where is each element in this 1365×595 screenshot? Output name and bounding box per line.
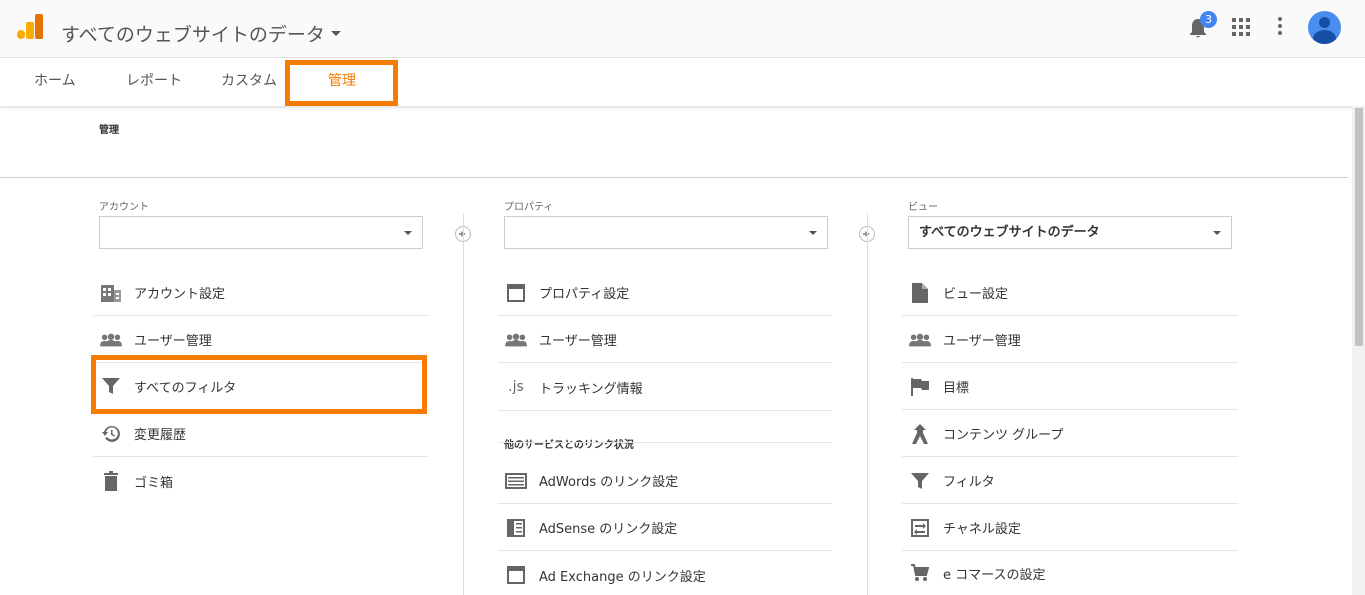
- notification-badge: 3: [1200, 11, 1217, 28]
- item-label: アカウント設定: [134, 287, 226, 302]
- tab-home[interactable]: ホーム: [34, 59, 76, 104]
- item-label: 変更履歴: [134, 428, 187, 443]
- item-label: ゴミ箱: [134, 475, 174, 491]
- view-settings-item[interactable]: ビュー設定: [902, 270, 1238, 316]
- item-label: Ad Exchange のリンク設定: [539, 569, 706, 585]
- channel-icon: [909, 517, 931, 539]
- item-label: AdSense のリンク設定: [539, 522, 678, 537]
- item-label: ユーザー管理: [539, 334, 617, 349]
- filter-icon: [909, 470, 931, 492]
- property-select[interactable]: [504, 216, 828, 249]
- history-icon: [100, 423, 122, 445]
- view-select-value: すべてのウェブサイトのデータ: [919, 225, 1100, 240]
- divider: [0, 177, 1348, 178]
- item-label: プロパティ設定: [539, 287, 630, 302]
- adwords-icon: [505, 470, 527, 492]
- tab-custom[interactable]: カスタム: [221, 59, 277, 104]
- building-icon: [100, 282, 122, 304]
- trash-icon: [100, 470, 122, 492]
- trash-item[interactable]: ゴミ箱: [93, 458, 428, 504]
- view-select[interactable]: すべてのウェブサイトのデータ: [908, 216, 1232, 249]
- account-select[interactable]: [99, 216, 423, 249]
- view-filters-item[interactable]: フィルタ: [902, 458, 1238, 504]
- property-settings-item[interactable]: プロパティ設定: [498, 270, 832, 316]
- column-divider: [463, 213, 464, 595]
- window-icon: [505, 282, 527, 304]
- goals-item[interactable]: 目標: [902, 364, 1238, 410]
- tab-bar: ホーム レポート カスタム 管理: [0, 59, 1365, 106]
- js-icon: .js: [508, 379, 524, 395]
- item-label: ユーザー管理: [134, 334, 212, 349]
- property-user-management-item[interactable]: ユーザー管理: [498, 317, 832, 363]
- item-label: フィルタ: [943, 475, 995, 490]
- dropdown-arrow-icon: [809, 231, 817, 235]
- property-label: プロパティ: [504, 202, 554, 213]
- dropdown-arrow-icon: [1213, 231, 1221, 235]
- adsense-icon: [505, 517, 527, 539]
- avatar[interactable]: [1308, 11, 1341, 44]
- more-options-icon[interactable]: [1278, 17, 1282, 35]
- scrollbar[interactable]: [1352, 106, 1365, 595]
- item-label: トラッキング情報: [539, 381, 643, 397]
- view-user-management-item[interactable]: ユーザー管理: [902, 317, 1238, 363]
- highlight-box: [285, 60, 398, 106]
- item-label: ビュー設定: [943, 287, 1009, 302]
- people-icon: [505, 329, 527, 351]
- content-group-icon: [909, 423, 931, 445]
- content-grouping-item[interactable]: コンテンツ グループ: [902, 411, 1238, 457]
- top-bar: すべてのウェブサイトのデータ 3: [0, 0, 1365, 58]
- divider: [498, 442, 832, 443]
- links-heading: 他のサービスとのリンク状況: [504, 440, 634, 451]
- tracking-info-item[interactable]: .js トラッキング情報: [498, 364, 832, 410]
- page-title: 管理: [99, 125, 119, 136]
- adwords-link-item[interactable]: AdWords のリンク設定: [498, 458, 832, 504]
- cart-icon: [909, 562, 931, 584]
- adexchange-icon: [505, 564, 527, 586]
- item-label: ユーザー管理: [943, 334, 1021, 349]
- document-icon: [909, 282, 931, 304]
- item-label: e コマースの設定: [943, 567, 1046, 583]
- account-label: アカウント: [99, 202, 149, 213]
- people-icon: [100, 329, 122, 351]
- people-icon: [909, 329, 931, 351]
- scrollbar-thumb[interactable]: [1355, 108, 1363, 346]
- dropdown-arrow-icon: [404, 231, 412, 235]
- caret-down-icon: [330, 31, 341, 36]
- account-settings-item[interactable]: アカウント設定: [93, 270, 428, 316]
- ecommerce-settings-item[interactable]: e コマースの設定: [902, 550, 1238, 595]
- view-label: ビュー: [908, 202, 938, 213]
- item-label: 目標: [943, 381, 970, 396]
- view-selector-label: すべてのウェブサイトのデータ: [61, 24, 325, 46]
- item-label: チャネル設定: [943, 522, 1021, 537]
- analytics-logo-icon[interactable]: [17, 14, 43, 40]
- change-history-item[interactable]: 変更履歴: [93, 411, 428, 457]
- adsense-link-item[interactable]: AdSense のリンク設定: [498, 505, 832, 551]
- tab-reports[interactable]: レポート: [126, 59, 182, 104]
- apps-grid-icon[interactable]: [1232, 18, 1250, 36]
- column-divider: [867, 213, 868, 595]
- divider: [498, 410, 832, 411]
- highlight-box: [91, 355, 427, 414]
- flag-icon: [909, 376, 931, 398]
- adexchange-link-item[interactable]: Ad Exchange のリンク設定: [498, 552, 832, 595]
- item-label: コンテンツ グループ: [943, 428, 1064, 443]
- view-selector[interactable]: すべてのウェブサイトのデータ: [61, 20, 341, 47]
- channel-settings-item[interactable]: チャネル設定: [902, 505, 1238, 551]
- item-label: AdWords のリンク設定: [539, 475, 679, 490]
